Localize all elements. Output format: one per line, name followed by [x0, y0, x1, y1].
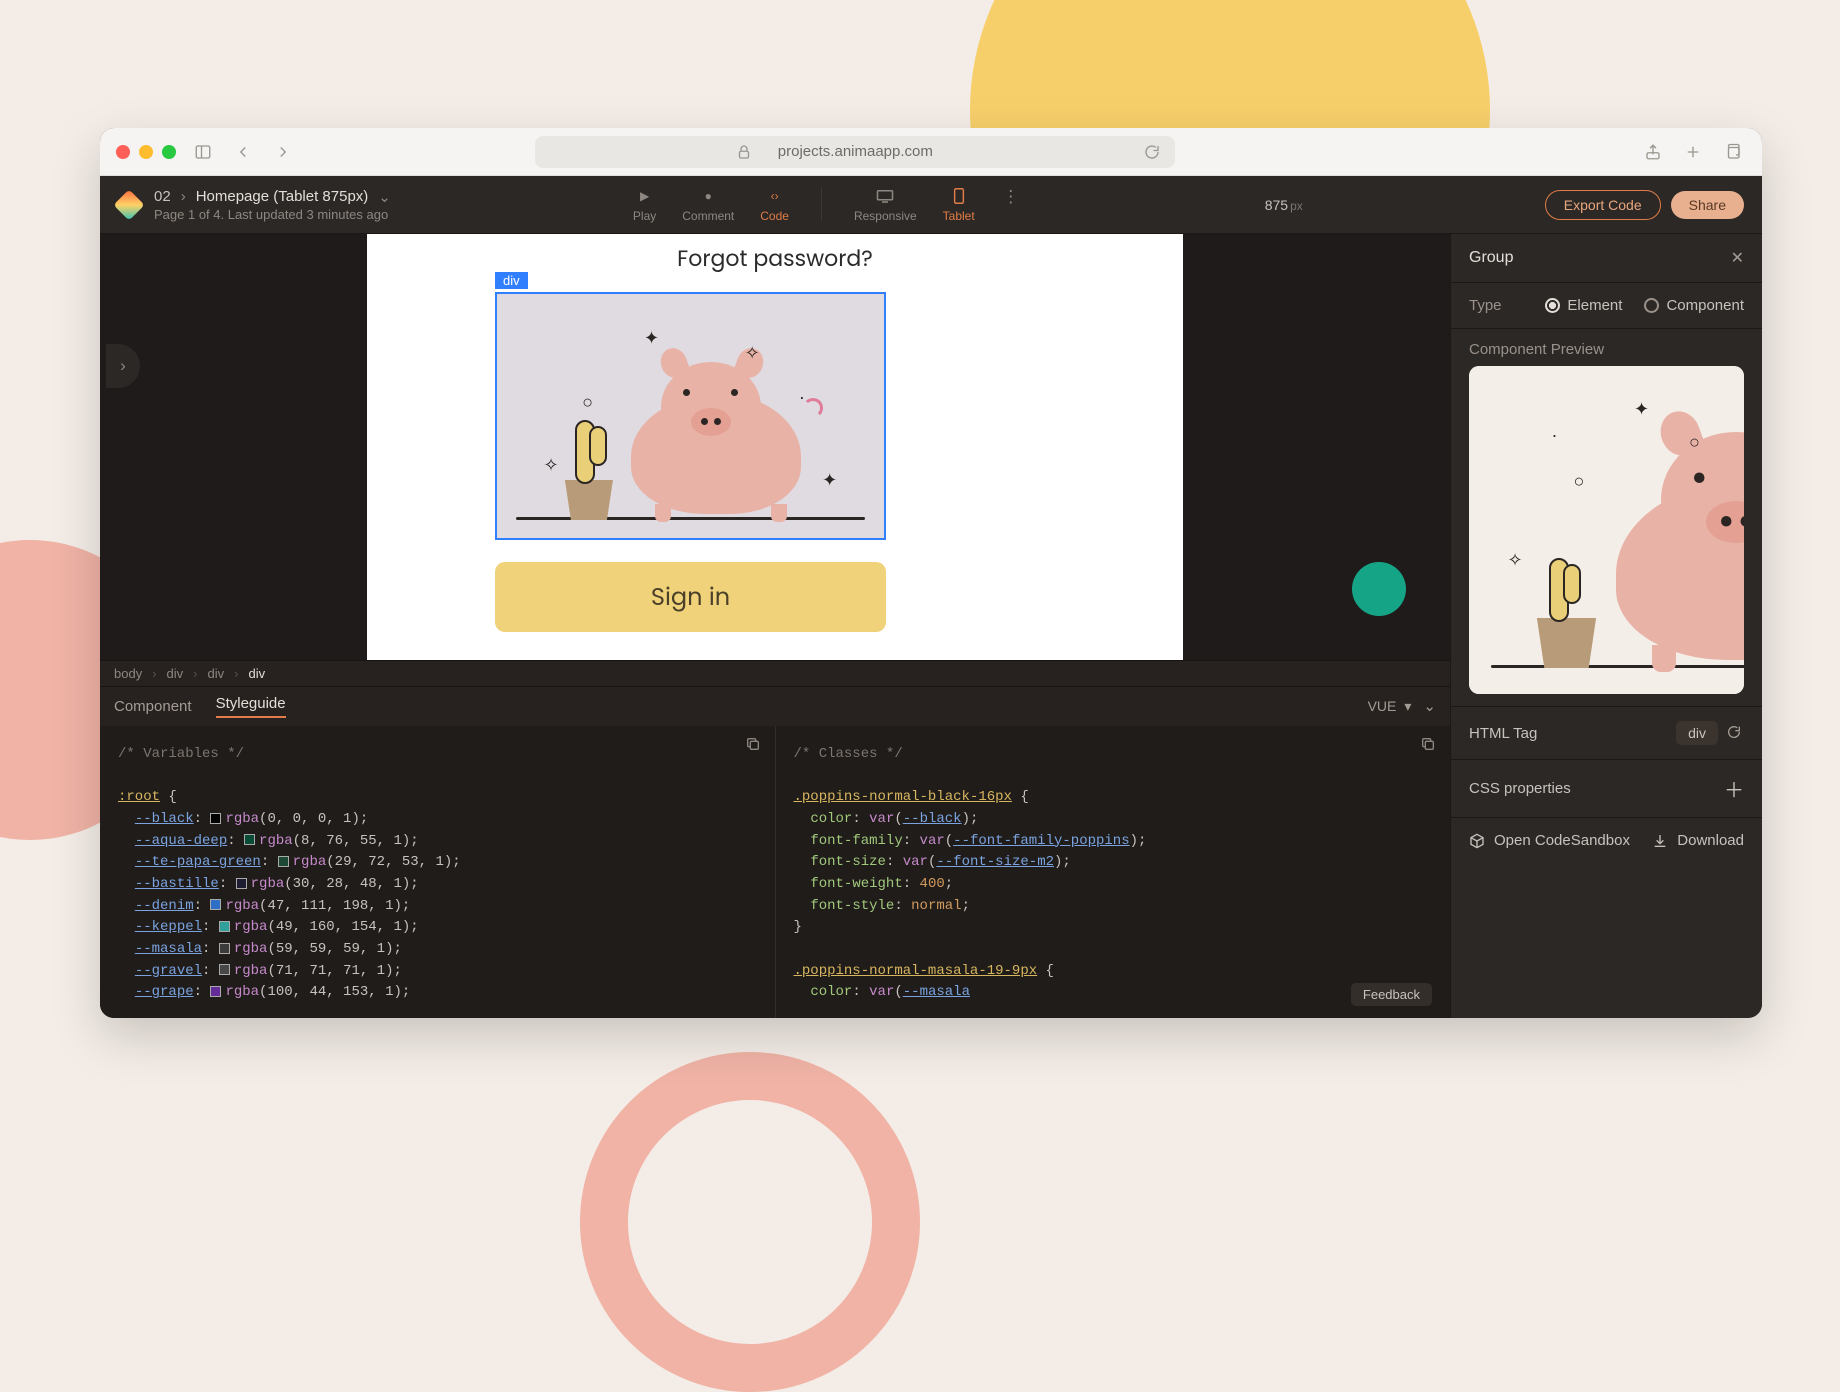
- copy-icon[interactable]: [745, 736, 761, 752]
- breadcrumb-index: 02: [154, 188, 171, 205]
- canvas-dimensions[interactable]: 875px: [1265, 197, 1303, 213]
- artboard: Forgot password? div: [367, 234, 1183, 660]
- export-code-button[interactable]: Export Code: [1545, 190, 1661, 220]
- code-icon: ‹›: [766, 187, 784, 205]
- preview-label: Component Preview: [1451, 329, 1762, 366]
- toolbar-separator: [821, 187, 822, 221]
- close-panel-icon[interactable]: ✕: [1731, 248, 1744, 268]
- bg-decor-ring-bottom: [580, 1052, 920, 1392]
- reset-tag-icon[interactable]: [1726, 724, 1744, 742]
- language-selector[interactable]: VUE ▾: [1368, 698, 1412, 715]
- chevron-down-icon: ▾: [1404, 698, 1411, 715]
- toolbar-more-icon[interactable]: ⋮: [1001, 187, 1023, 207]
- chevron-down-icon[interactable]: ⌄: [378, 188, 391, 206]
- share-button[interactable]: Share: [1671, 191, 1744, 219]
- browser-chrome: projects.animaapp.com: [100, 128, 1762, 176]
- chevron-right-icon: ›: [181, 188, 186, 205]
- dom-path-item[interactable]: body: [114, 666, 142, 681]
- dom-path-item[interactable]: div: [167, 666, 184, 681]
- download-button[interactable]: Download: [1652, 832, 1744, 849]
- illustration-pig: ✦ ✧ ○ · ✦ ✧: [497, 294, 884, 538]
- selected-element-outline[interactable]: div ✦ ✧: [495, 292, 886, 540]
- tool-tablet[interactable]: Tablet: [943, 187, 975, 223]
- html-tag-value[interactable]: div: [1676, 721, 1718, 745]
- nav-forward-icon[interactable]: [270, 139, 296, 165]
- panel-heading: Group: [1469, 249, 1513, 267]
- tool-responsive[interactable]: Responsive: [854, 187, 917, 223]
- page-subline: Page 1 of 4. Last updated 3 minutes ago: [154, 207, 391, 222]
- tool-play[interactable]: ▶ Play: [633, 187, 656, 223]
- help-fab-button[interactable]: [1352, 562, 1406, 616]
- feedback-button[interactable]: Feedback: [1351, 983, 1432, 1006]
- desktop-icon: [876, 187, 894, 205]
- app-logo[interactable]: [113, 189, 144, 220]
- radio-off-icon: [1644, 298, 1659, 313]
- tablet-icon: [950, 187, 968, 205]
- reload-icon[interactable]: [1139, 139, 1165, 165]
- codesandbox-icon: [1469, 833, 1485, 849]
- address-bar-url: projects.animaapp.com: [778, 143, 933, 160]
- code-panels: /* Variables */ :root { --black: rgba(0,…: [100, 726, 1450, 1018]
- comment-icon: ●: [699, 187, 717, 205]
- app-window: projects.animaapp.com 02 › Homepage (Tab…: [100, 128, 1762, 1018]
- download-icon: [1652, 833, 1668, 849]
- panel-collapse-icon[interactable]: ⌄: [1423, 697, 1436, 715]
- canvas[interactable]: Forgot password? div: [100, 234, 1450, 660]
- sign-in-button[interactable]: Sign in: [495, 562, 886, 632]
- window-close-button[interactable]: [116, 145, 130, 159]
- lock-icon: [731, 139, 757, 165]
- dom-path-item[interactable]: div: [208, 666, 225, 681]
- code-pane-classes[interactable]: /* Classes */ .poppins-normal-black-16px…: [775, 726, 1451, 1018]
- mode-toolbar: ▶ Play ● Comment ‹› Code Responsive Tabl…: [633, 187, 1023, 223]
- play-icon: ▶: [636, 187, 654, 205]
- radio-component[interactable]: Component: [1644, 297, 1744, 314]
- forgot-password-text: Forgot password?: [367, 242, 1183, 275]
- html-tag-label: HTML Tag: [1469, 725, 1537, 742]
- window-zoom-button[interactable]: [162, 145, 176, 159]
- inspector-tabs: Component Styleguide VUE ▾ ⌄: [100, 686, 1450, 726]
- new-tab-icon[interactable]: [1680, 139, 1706, 165]
- breadcrumb[interactable]: 02 › Homepage (Tablet 875px) ⌄: [154, 187, 391, 205]
- nav-back-icon[interactable]: [230, 139, 256, 165]
- traffic-lights: [116, 145, 176, 159]
- copy-icon[interactable]: [1420, 736, 1436, 752]
- address-bar[interactable]: projects.animaapp.com: [535, 136, 1175, 168]
- add-css-prop-icon[interactable]: ＋: [1724, 774, 1744, 803]
- window-minimize-button[interactable]: [139, 145, 153, 159]
- css-props-label: CSS properties: [1469, 780, 1571, 797]
- app-main: › Forgot password? div: [100, 234, 1762, 1018]
- tabs-overview-icon[interactable]: [1720, 139, 1746, 165]
- app-toolbar: 02 › Homepage (Tablet 875px) ⌄ Page 1 of…: [100, 176, 1762, 234]
- selection-tag-badge: div: [495, 272, 528, 289]
- share-icon[interactable]: [1640, 139, 1666, 165]
- tab-component[interactable]: Component: [114, 698, 192, 715]
- page-title: Homepage (Tablet 875px): [196, 188, 369, 205]
- tool-code[interactable]: ‹› Code: [760, 187, 789, 223]
- radio-on-icon: [1545, 298, 1560, 313]
- tool-comment[interactable]: ● Comment: [682, 187, 734, 223]
- sidebar-toggle-icon[interactable]: [190, 139, 216, 165]
- code-pane-variables[interactable]: /* Variables */ :root { --black: rgba(0,…: [100, 726, 775, 1018]
- properties-panel: Group ✕ Type Element Component Component…: [1450, 234, 1762, 1018]
- dom-path-item-active[interactable]: div: [248, 666, 265, 681]
- component-preview: ✦ · ○ ○ ✧: [1469, 366, 1744, 694]
- dom-breadcrumb: body› div› div› div: [100, 660, 1450, 686]
- open-codesandbox-button[interactable]: Open CodeSandbox: [1469, 832, 1630, 849]
- tab-styleguide[interactable]: Styleguide: [216, 695, 286, 718]
- radio-element[interactable]: Element: [1545, 297, 1622, 314]
- type-label: Type: [1469, 297, 1502, 314]
